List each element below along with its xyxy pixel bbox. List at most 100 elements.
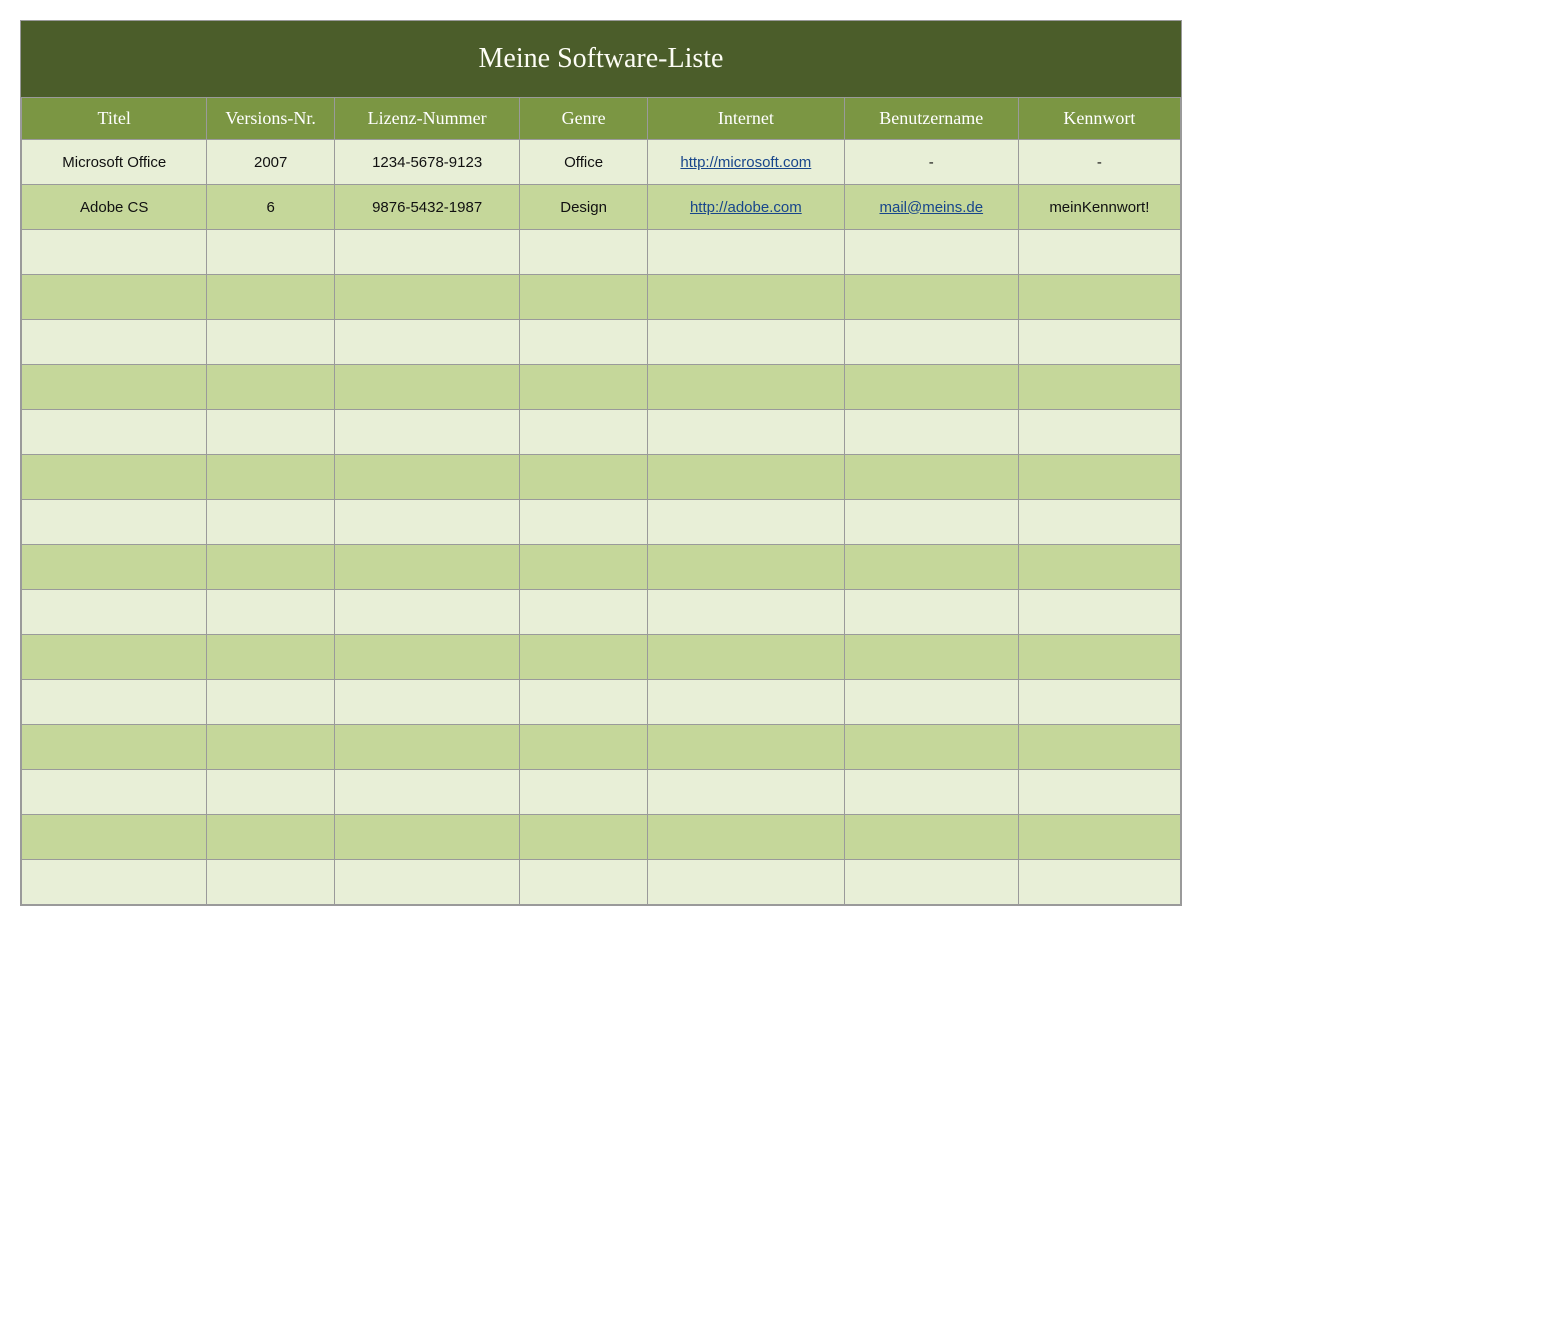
cell-user [844, 635, 1018, 680]
cell-version: 6 [207, 185, 334, 230]
cell-title [22, 725, 207, 770]
cell-license: 1234-5678-9123 [334, 140, 519, 185]
cell-user [844, 500, 1018, 545]
table-row: Microsoft Office20071234-5678-9123Office… [22, 140, 1181, 185]
cell-title [22, 275, 207, 320]
cell-version [207, 320, 334, 365]
table-row [22, 860, 1181, 905]
cell-url [647, 500, 844, 545]
cell-pass [1018, 320, 1180, 365]
cell-user [844, 725, 1018, 770]
cell-version [207, 590, 334, 635]
cell-genre [520, 365, 647, 410]
table-row [22, 320, 1181, 365]
cell-version [207, 635, 334, 680]
cell-pass [1018, 365, 1180, 410]
table-row [22, 815, 1181, 860]
col-user: Benutzername [844, 98, 1018, 140]
cell-license [334, 410, 519, 455]
cell-pass [1018, 545, 1180, 590]
user-link[interactable]: mail@meins.de [879, 199, 983, 216]
cell-title [22, 365, 207, 410]
software-table: Titel Versions-Nr. Lizenz-Nummer Genre I… [21, 97, 1181, 905]
cell-user [844, 815, 1018, 860]
cell-pass [1018, 815, 1180, 860]
cell-license [334, 275, 519, 320]
cell-version [207, 410, 334, 455]
cell-title [22, 770, 207, 815]
cell-url [647, 230, 844, 275]
cell-license [334, 455, 519, 500]
cell-genre [520, 590, 647, 635]
cell-user: mail@meins.de [844, 185, 1018, 230]
col-url: Internet [647, 98, 844, 140]
cell-user [844, 545, 1018, 590]
cell-user [844, 680, 1018, 725]
table-row [22, 455, 1181, 500]
cell-version [207, 365, 334, 410]
cell-url [647, 275, 844, 320]
cell-genre [520, 455, 647, 500]
cell-user [844, 230, 1018, 275]
cell-title [22, 545, 207, 590]
cell-license [334, 680, 519, 725]
cell-version [207, 770, 334, 815]
cell-user [844, 275, 1018, 320]
cell-genre [520, 230, 647, 275]
cell-user [844, 860, 1018, 905]
cell-license [334, 500, 519, 545]
cell-title [22, 230, 207, 275]
url-link[interactable]: http://microsoft.com [680, 154, 811, 171]
cell-genre [520, 860, 647, 905]
cell-pass [1018, 230, 1180, 275]
cell-url [647, 410, 844, 455]
cell-user [844, 590, 1018, 635]
cell-title [22, 500, 207, 545]
table-row [22, 410, 1181, 455]
cell-license [334, 725, 519, 770]
cell-title [22, 455, 207, 500]
cell-url [647, 815, 844, 860]
cell-title [22, 635, 207, 680]
cell-genre [520, 410, 647, 455]
cell-genre [520, 725, 647, 770]
url-link[interactable]: http://adobe.com [690, 199, 802, 216]
cell-url [647, 545, 844, 590]
cell-user [844, 770, 1018, 815]
cell-pass [1018, 860, 1180, 905]
cell-license [334, 365, 519, 410]
table-header-row: Titel Versions-Nr. Lizenz-Nummer Genre I… [22, 98, 1181, 140]
cell-pass [1018, 635, 1180, 680]
table-row [22, 770, 1181, 815]
cell-license [334, 230, 519, 275]
cell-license [334, 320, 519, 365]
cell-license [334, 815, 519, 860]
cell-title [22, 680, 207, 725]
cell-pass [1018, 680, 1180, 725]
cell-genre [520, 500, 647, 545]
col-version: Versions-Nr. [207, 98, 334, 140]
table-row [22, 635, 1181, 680]
cell-title [22, 590, 207, 635]
cell-pass [1018, 725, 1180, 770]
cell-license [334, 545, 519, 590]
cell-pass [1018, 590, 1180, 635]
table-row [22, 365, 1181, 410]
table-row [22, 500, 1181, 545]
page-title: Meine Software-Liste [21, 21, 1181, 97]
cell-title: Microsoft Office [22, 140, 207, 185]
cell-url [647, 635, 844, 680]
table-row [22, 590, 1181, 635]
cell-pass [1018, 455, 1180, 500]
cell-user: - [844, 140, 1018, 185]
cell-url [647, 320, 844, 365]
cell-user [844, 320, 1018, 365]
table-row [22, 275, 1181, 320]
cell-version: 2007 [207, 140, 334, 185]
cell-url [647, 455, 844, 500]
cell-url [647, 725, 844, 770]
table-row [22, 230, 1181, 275]
cell-pass [1018, 275, 1180, 320]
cell-version [207, 860, 334, 905]
cell-pass [1018, 410, 1180, 455]
